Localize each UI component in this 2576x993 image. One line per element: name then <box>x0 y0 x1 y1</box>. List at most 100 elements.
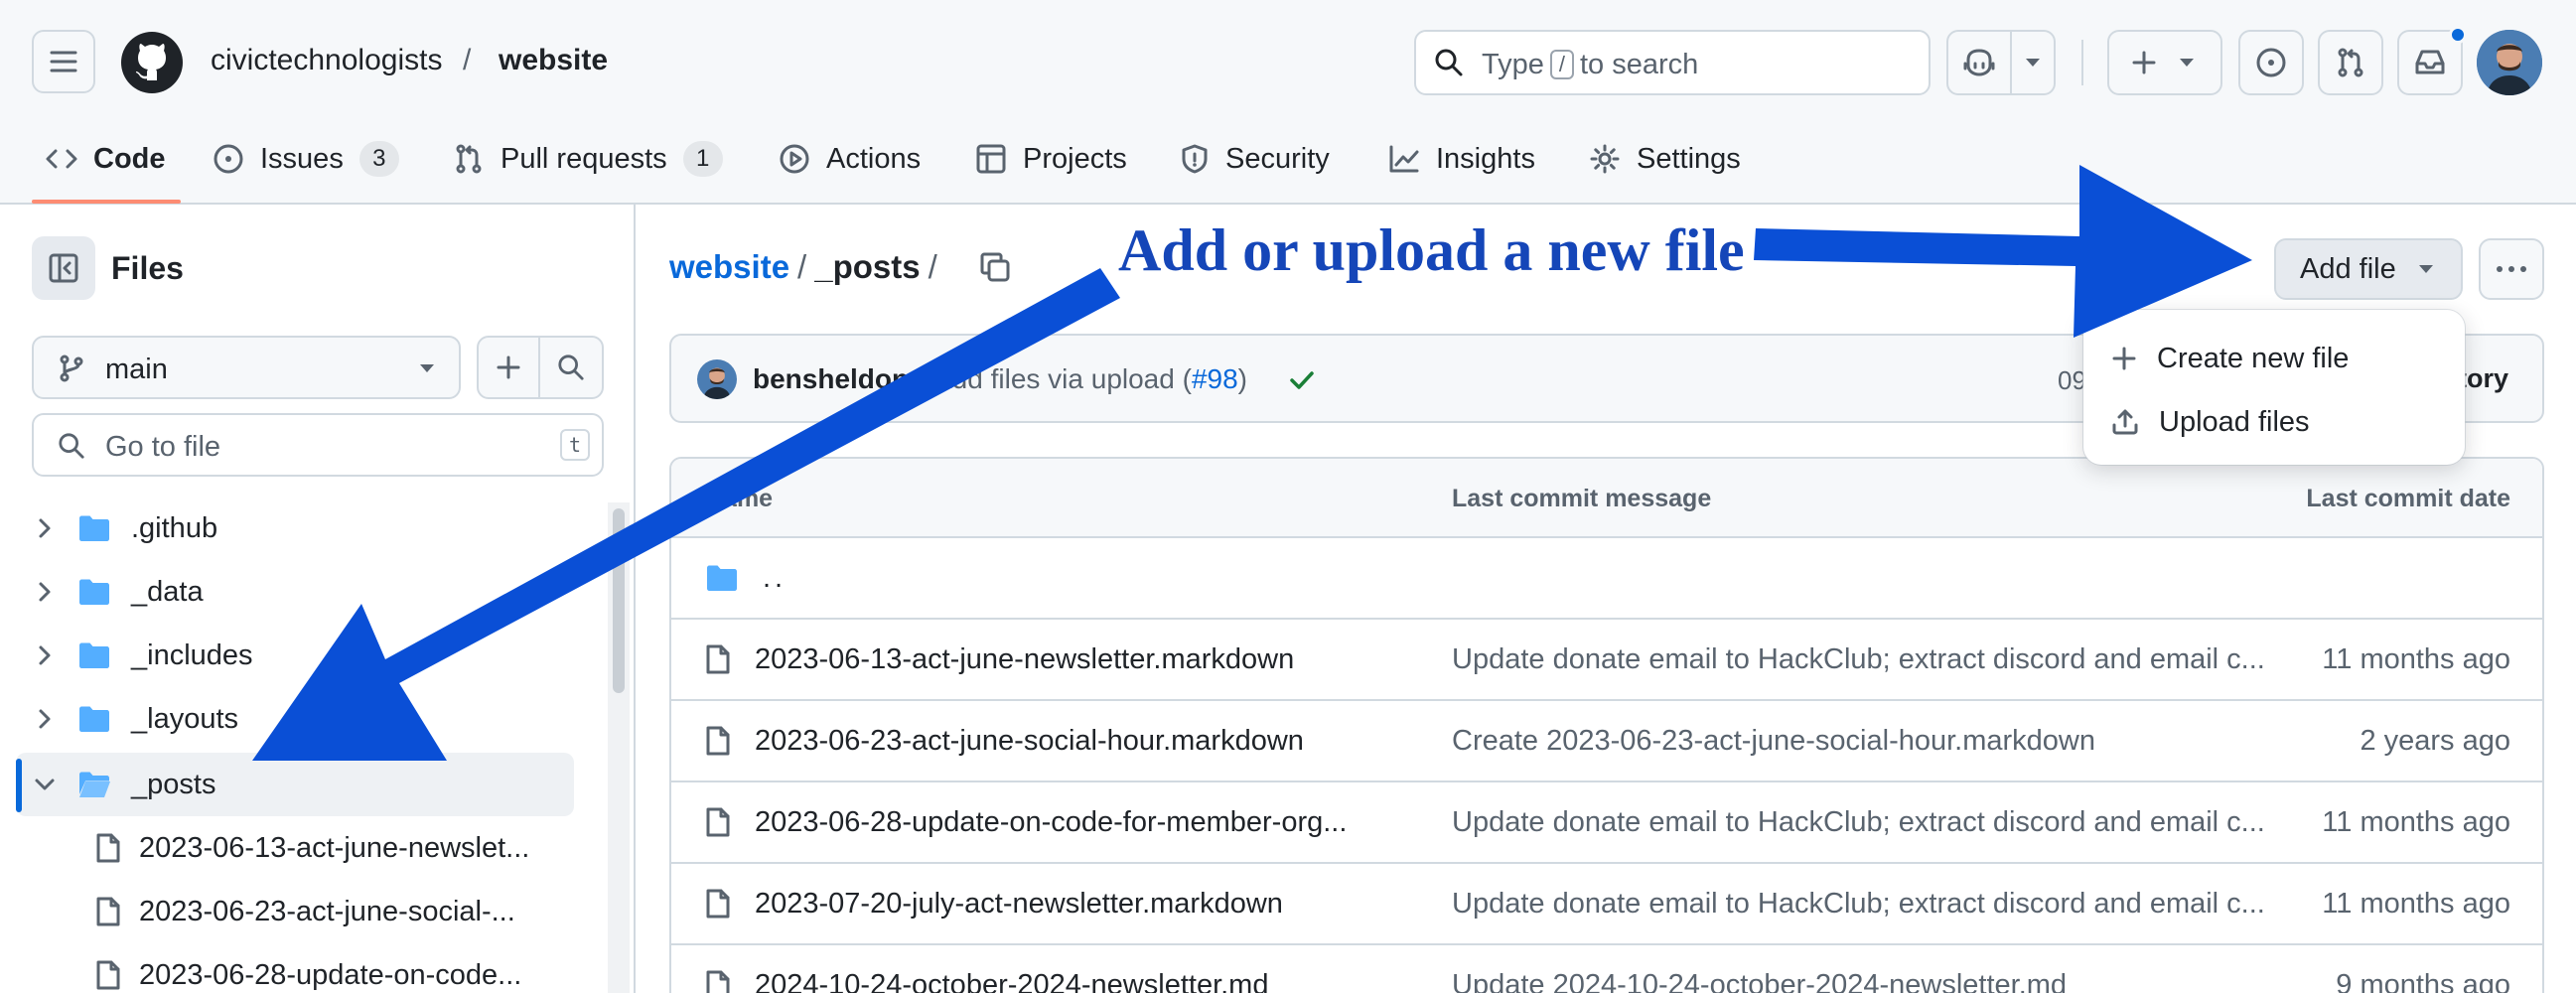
commit-hash[interactable]: 09 <box>2058 365 2086 396</box>
branch-selector[interactable]: main <box>32 336 461 399</box>
tree-folder-data[interactable]: _data <box>16 560 574 624</box>
commit-date: 11 months ago <box>2322 643 2510 675</box>
git-branch-icon <box>60 355 83 382</box>
commit-message-close: ) <box>1237 363 1247 394</box>
tree-folder-github[interactable]: .github <box>16 496 574 560</box>
tree-folder-layouts[interactable]: _layouts <box>16 687 574 751</box>
file-name: 2023-07-20-july-act-newsletter.markdown <box>755 887 1283 920</box>
tree-folder-includes[interactable]: _includes <box>16 624 574 687</box>
tab-projects[interactable]: Projects <box>975 139 1127 179</box>
triangle-down-icon <box>420 364 434 372</box>
copilot-icon <box>1963 49 1995 76</box>
tree-file[interactable]: 2023-06-23-act-june-social-... <box>95 880 515 943</box>
folder-icon <box>79 579 109 605</box>
plus-icon <box>2112 347 2136 370</box>
shield-icon <box>1182 144 1208 174</box>
table-row[interactable]: 2023-06-13-act-june-newsletter.markdown … <box>671 620 2542 701</box>
add-file-button[interactable]: Add file <box>2274 238 2463 300</box>
file-name-link[interactable]: 2024-10-24-october-2024-newsletter.md <box>705 945 1268 993</box>
user-avatar[interactable] <box>2477 30 2542 95</box>
commit-message-link[interactable]: Update donate email to HackClub; extract… <box>1452 620 2265 699</box>
file-icon <box>96 833 120 863</box>
search-files-button[interactable] <box>538 336 604 399</box>
tab-code[interactable]: Code <box>46 139 166 179</box>
tab-issues[interactable]: Issues 3 <box>213 139 399 179</box>
tree-folder-posts[interactable]: _posts <box>16 753 574 816</box>
check-icon <box>1290 371 1314 389</box>
file-name-link[interactable]: 2023-06-23-act-june-social-hour.markdown <box>705 701 1304 780</box>
copy-icon[interactable] <box>979 251 1011 283</box>
github-logo[interactable] <box>121 32 183 93</box>
copilot-button[interactable] <box>1946 30 2012 95</box>
issue-opened-icon <box>214 144 243 174</box>
issues-button[interactable] <box>2238 30 2304 95</box>
triangle-down-icon <box>2026 59 2040 67</box>
copilot-dropdown-button[interactable] <box>2010 30 2056 95</box>
tab-insights[interactable]: Insights <box>1388 139 1535 179</box>
tree-file[interactable]: 2023-06-13-act-june-newslet... <box>95 816 529 880</box>
table-row[interactable]: 2023-06-28-update-on-code-for-member-org… <box>671 782 2542 864</box>
owner-link[interactable]: civictechnologists <box>211 44 442 77</box>
table-row[interactable]: 2023-06-23-act-june-social-hour.markdown… <box>671 701 2542 782</box>
chevron-right-icon <box>39 518 51 538</box>
column-header-name: Name <box>705 485 774 512</box>
menu-item-label: Create new file <box>2157 342 2350 374</box>
chevron-down-icon <box>35 779 55 790</box>
column-header-date: Last commit date <box>2306 485 2510 512</box>
commit-message[interactable]: Add files via upload (#98) <box>933 363 1247 395</box>
file-icon <box>706 726 730 756</box>
search-placeholder: Type / to search <box>1482 49 1698 81</box>
go-to-file-shortcut: t <box>559 429 590 461</box>
menu-button[interactable] <box>32 30 95 93</box>
parent-directory-link[interactable]: .. <box>705 538 787 618</box>
search-input[interactable]: Type / to search <box>1414 30 1931 95</box>
file-name-link[interactable]: 2023-06-13-act-june-newsletter.markdown <box>705 620 1294 699</box>
file-name-link[interactable]: 2023-07-20-july-act-newsletter.markdown <box>705 864 1283 943</box>
commit-author[interactable]: bensheldon <box>753 363 909 395</box>
file-table: Name Last commit message Last commit dat… <box>669 457 2544 993</box>
table-row[interactable]: 2024-10-24-october-2024-newsletter.md Up… <box>671 945 2542 993</box>
triangle-down-icon <box>2418 265 2433 273</box>
commit-message-link[interactable]: Update 2024-10-24-october-2024-newslette… <box>1452 945 2067 993</box>
tree-folder-label: _posts <box>131 768 216 800</box>
folder-icon <box>707 565 737 591</box>
commit-message-link[interactable]: Update donate email to HackClub; extract… <box>1452 782 2265 862</box>
tab-actions-label: Actions <box>826 142 922 175</box>
table-row-parent[interactable]: .. <box>671 538 2542 620</box>
tab-settings[interactable]: Settings <box>1589 139 1741 179</box>
menu-item-label: Upload files <box>2159 405 2310 438</box>
commit-message-link[interactable]: Update donate email to HackClub; extract… <box>1452 864 2265 943</box>
app-header: civictechnologists / website Type / to sea… <box>0 0 2576 205</box>
tree-file[interactable]: 2023-06-28-update-on-code... <box>95 943 521 993</box>
breadcrumb-separator: / <box>928 248 937 285</box>
branch-name: main <box>105 354 168 385</box>
commit-message-text: Add files via upload ( <box>933 363 1192 394</box>
commit-date: 2 years ago <box>2360 725 2510 757</box>
column-header-message: Last commit message <box>1452 485 1712 512</box>
menu-item-create-new-file[interactable]: Create new file <box>2111 334 2349 383</box>
commit-message-link[interactable]: Create 2023-06-23-act-june-social-hour.m… <box>1452 701 2095 780</box>
tab-security[interactable]: Security <box>1180 139 1330 179</box>
commit-pr-link[interactable]: #98 <box>1192 363 1238 394</box>
menu-item-upload-files[interactable]: Upload files <box>2111 397 2310 447</box>
folder-icon <box>79 706 109 732</box>
add-file-dropdown-menu: Create new file Upload files <box>2083 310 2465 465</box>
add-file-sidebar-button[interactable] <box>477 336 540 399</box>
create-new-button[interactable] <box>2107 30 2222 95</box>
tab-pull-requests[interactable]: Pull requests 1 <box>453 139 723 179</box>
pull-requests-button[interactable] <box>2318 30 2383 95</box>
table-row[interactable]: 2023-07-20-july-act-newsletter.markdown … <box>671 864 2542 945</box>
breadcrumb-repo-link[interactable]: website <box>669 248 789 286</box>
play-icon <box>780 144 809 174</box>
tab-projects-label: Projects <box>1023 142 1127 175</box>
file-name-link[interactable]: 2023-06-28-update-on-code-for-member-org… <box>705 782 1347 862</box>
sidebar-scrollbar[interactable] <box>613 508 625 693</box>
repo-link[interactable]: website <box>499 44 608 77</box>
go-to-file-input[interactable]: Go to file t <box>32 413 604 477</box>
commit-author-avatar[interactable] <box>697 359 737 399</box>
file-icon <box>706 807 730 837</box>
more-options-button[interactable] <box>2479 238 2544 300</box>
tab-actions[interactable]: Actions <box>779 139 921 179</box>
commit-date: 9 months ago <box>2336 969 2510 993</box>
collapse-sidebar-button[interactable] <box>32 236 95 300</box>
